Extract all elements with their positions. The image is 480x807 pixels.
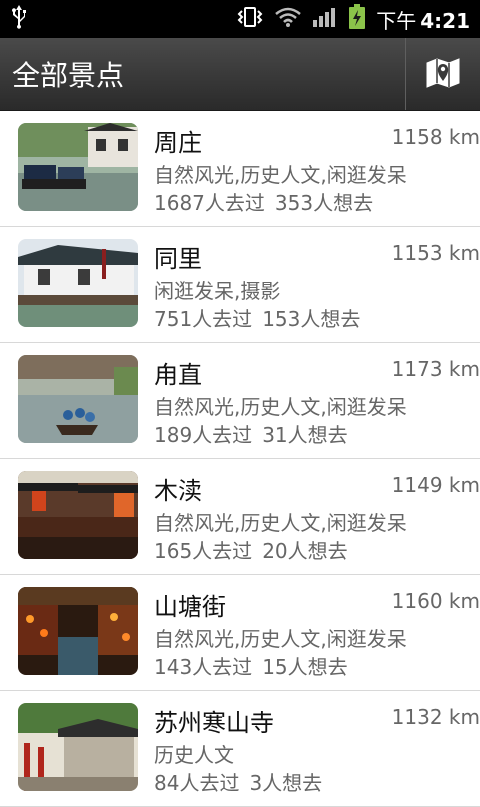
spot-stats: 165人去过 20人想去 [154, 535, 348, 564]
map-button[interactable] [405, 38, 480, 110]
vibrate-icon [236, 6, 264, 32]
visited-count: 143人去过 [154, 655, 253, 679]
visited-count: 751人去过 [154, 307, 253, 331]
status-bar: 下午 4:21 [0, 0, 480, 38]
spot-distance: 1132 km [391, 705, 480, 729]
spot-item-shantang-street[interactable]: 山塘街 1160 km 自然风光,历史人文,闲逛发呆 143人去过 15人想去 [0, 575, 480, 691]
page-title: 全部景点 [12, 59, 125, 92]
spot-name: 木渎 [154, 477, 202, 505]
spot-item-hanshan-temple[interactable]: 苏州寒山寺 1132 km 历史人文 84人去过 3人想去 [0, 691, 480, 807]
spot-tags: 闲逛发呆,摄影 [154, 279, 281, 303]
spot-distance: 1160 km [391, 589, 480, 613]
spot-distance: 1173 km [391, 357, 480, 381]
visited-count: 189人去过 [154, 423, 253, 447]
spot-tags: 自然风光,历史人文,闲逛发呆 [154, 627, 407, 651]
spot-tags: 历史人文 [154, 743, 234, 767]
map-marker-icon [425, 55, 461, 93]
spot-item-mudu[interactable]: 木渎 1149 km 自然风光,历史人文,闲逛发呆 165人去过 20人想去 [0, 459, 480, 575]
want-count: 153人想去 [262, 307, 361, 331]
spot-list: 周庄 1158 km 自然风光,历史人文,闲逛发呆 1687人去过 353人想去 … [0, 111, 480, 807]
title-bar: 全部景点 [0, 38, 480, 111]
spot-stats: 189人去过 31人想去 [154, 419, 348, 448]
spot-thumbnail [18, 239, 138, 327]
spot-tags: 自然风光,历史人文,闲逛发呆 [154, 163, 407, 187]
spot-distance: 1158 km [391, 125, 480, 149]
spot-item-tongli[interactable]: 同里 1153 km 闲逛发呆,摄影 751人去过 153人想去 [0, 227, 480, 343]
battery-charging-icon [348, 4, 366, 34]
spot-stats: 1687人去过 353人想去 [154, 187, 373, 216]
want-count: 353人想去 [274, 191, 374, 215]
spot-tags: 自然风光,历史人文,闲逛发呆 [154, 395, 407, 419]
spot-name: 苏州寒山寺 [154, 709, 274, 737]
spot-item-luzhi[interactable]: 甪直 1173 km 自然风光,历史人文,闲逛发呆 189人去过 31人想去 [0, 343, 480, 459]
want-count: 31人想去 [262, 423, 348, 447]
want-count: 20人想去 [262, 539, 348, 563]
spot-item-zhouzhuang[interactable]: 周庄 1158 km 自然风光,历史人文,闲逛发呆 1687人去过 353人想去 [0, 111, 480, 227]
clock: 下午 4:21 [376, 8, 470, 33]
spot-thumbnail [18, 123, 138, 211]
spot-name: 甪直 [154, 361, 202, 389]
spot-name: 周庄 [154, 129, 202, 157]
spot-thumbnail [18, 587, 138, 675]
visited-count: 84人去过 [154, 771, 240, 795]
spot-stats: 143人去过 15人想去 [154, 651, 348, 680]
spot-stats: 84人去过 3人想去 [154, 767, 322, 796]
spot-thumbnail [18, 471, 138, 559]
spot-name: 山塘街 [154, 593, 226, 621]
want-count: 15人想去 [262, 655, 348, 679]
wifi-icon [274, 6, 302, 32]
usb-icon [10, 4, 28, 34]
spot-stats: 751人去过 153人想去 [154, 303, 360, 332]
visited-count: 1687人去过 [154, 191, 265, 215]
spot-thumbnail [18, 355, 138, 443]
visited-count: 165人去过 [154, 539, 253, 563]
spot-distance: 1153 km [391, 241, 480, 265]
want-count: 3人想去 [249, 771, 323, 795]
spot-tags: 自然风光,历史人文,闲逛发呆 [154, 511, 407, 535]
spot-distance: 1149 km [391, 473, 480, 497]
spot-name: 同里 [154, 245, 202, 273]
spot-thumbnail [18, 703, 138, 791]
signal-icon [312, 6, 338, 32]
